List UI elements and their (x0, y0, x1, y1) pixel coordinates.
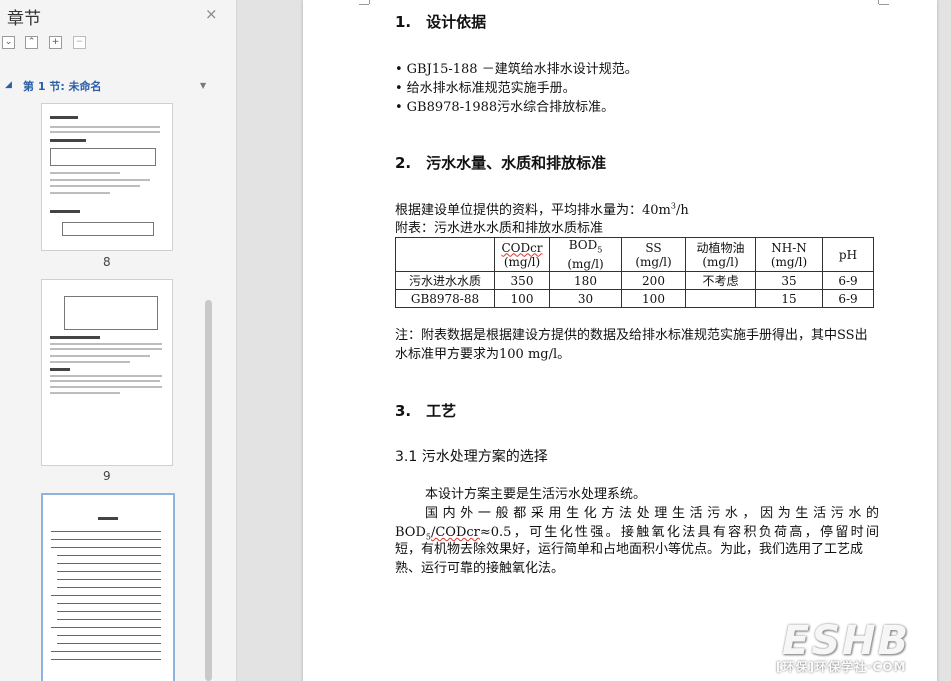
document-area: 1. 设计依据 • GBJ15-188 －建筑给水排水设计规范。 • 给水排水标准规… (237, 0, 951, 681)
page-thumbnail-9[interactable] (41, 279, 173, 466)
heading-process: 3. 工艺 (395, 402, 457, 420)
list-item: • 给水排水标准规范实施手册。 (395, 81, 576, 96)
section-item[interactable]: ◢ 第 1 节: 未命名 ▼ (0, 76, 236, 96)
flow-text: 根据建设单位提供的资料，平均排水量为：40m3/h (395, 201, 689, 218)
site-watermark: ESHB [环保]环保学社·COM (776, 618, 948, 678)
paragraph-line: BOD5/CODcr≈0.5，可生化性强。接触氧化法具有容积负荷高，停留时间 (395, 525, 879, 542)
expand-all-icon[interactable]: ⌄ (2, 36, 15, 49)
document-page[interactable]: 1. 设计依据 • GBJ15-188 －建筑给水排水设计规范。 • 给水排水标准规… (303, 0, 937, 681)
heading-water-quality: 2. 污水水量、水质和排放标准 (395, 154, 607, 172)
page-number-8: 8 (103, 255, 111, 269)
collapse-triangle-icon[interactable]: ◢ (5, 80, 12, 90)
page-number-9: 9 (103, 469, 111, 483)
table-header-row: CODcr (mg/l) BOD5 (mg/l) SS (mg/l) 动植物油 (mg/… (395, 236, 874, 273)
water-quality-table: CODcr (mg/l) BOD5 (mg/l) SS (mg/l) 动植物油 (mg/… (395, 236, 874, 309)
watermark-subtitle: [环保]环保学社·COM (776, 660, 907, 674)
table-caption: 附表：污水进水水质和排放水质标准 (395, 221, 604, 236)
note-paragraph: 注：附表数据是根据建设方提供的数据及给排水标准规范实施手册得出，其中SS出水标准… (395, 328, 868, 362)
section-label: 第 1 节: 未命名 (23, 80, 102, 93)
table-row: 污水进水水质 350 180 200 不考虑 35 6-9 (395, 271, 874, 291)
list-item: • GBJ15-188 －建筑给水排水设计规范。 (395, 62, 638, 77)
page-thumbnail-10[interactable] (41, 493, 175, 681)
close-icon[interactable]: × (205, 7, 218, 22)
collapse-all-icon[interactable]: ⌃ (25, 36, 38, 49)
paragraph-rest: 短，有机物去除效果好，运行简单和占地面积小等优点。为此，我们选用了工艺成熟、运行… (395, 542, 864, 576)
sidebar-scrollbar[interactable] (205, 300, 212, 681)
sidebar-title: 章节 (7, 9, 41, 29)
paragraph-intro: 本设计方案主要是生活污水处理系统。 (425, 487, 647, 502)
paragraph-line: 国内外一般都采用生化方法处理生活污水，因为生活污水的 (425, 506, 879, 521)
page-thumbnail-8[interactable] (41, 103, 173, 251)
chapter-sidebar: 章节 × ⌄ ⌃ + − ◢ 第 1 节: 未命名 ▼ 8 9 (0, 0, 237, 681)
remove-section-icon[interactable]: − (73, 36, 86, 49)
add-section-icon[interactable]: + (49, 36, 62, 49)
table-row: GB8978-88 100 30 100 15 6-9 (395, 289, 874, 309)
heading-design-basis: 1. 设计依据 (395, 13, 487, 31)
list-item: • GB8978-1988污水综合排放标准。 (395, 100, 615, 115)
dropdown-arrow-icon[interactable]: ▼ (200, 81, 206, 90)
heading-scheme-selection: 3.1 污水处理方案的选择 (395, 449, 548, 465)
